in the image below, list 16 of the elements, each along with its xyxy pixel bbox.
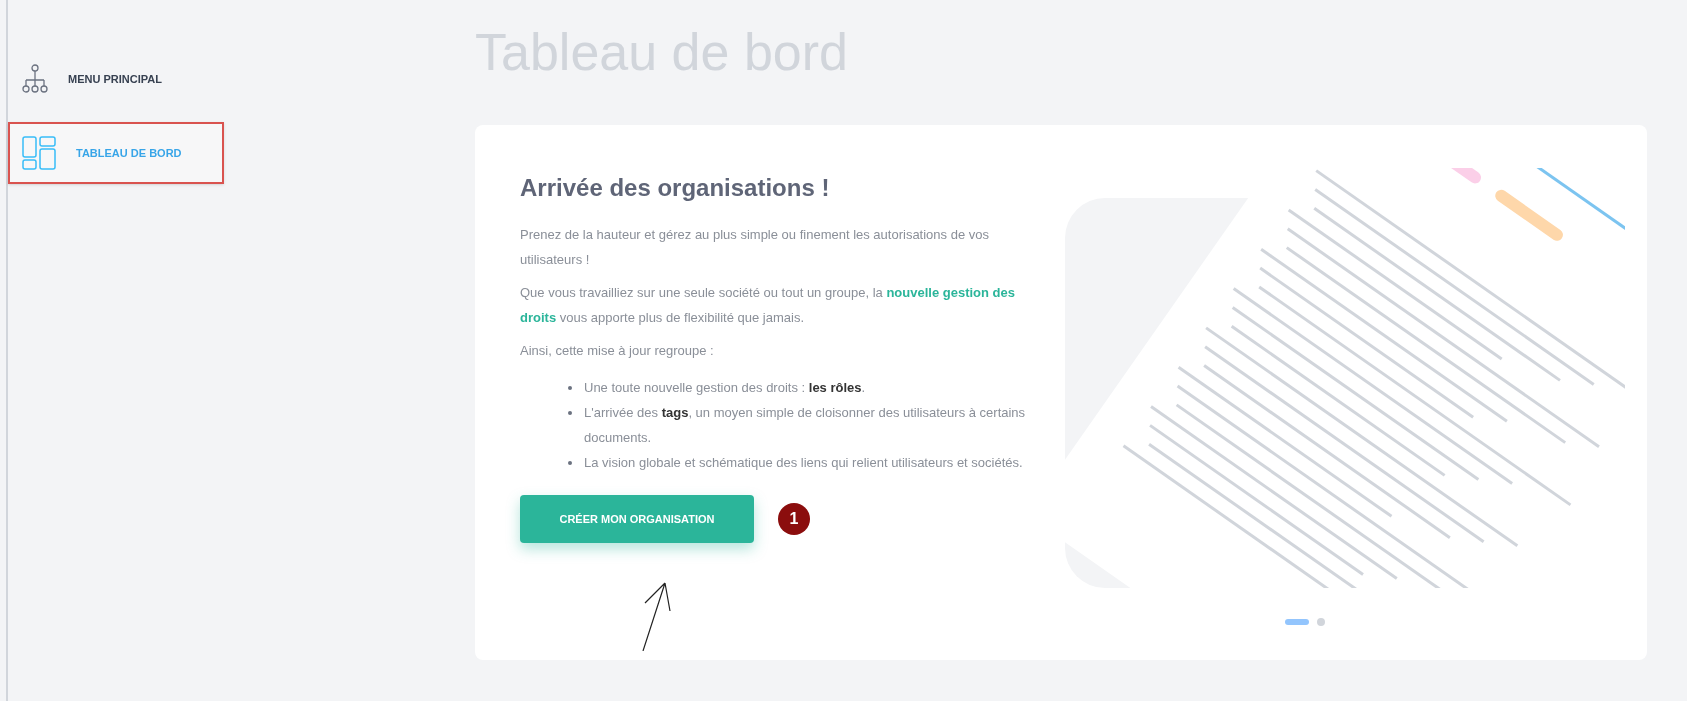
list-item: La vision globale et schématique des liens qui relient utilisateurs et sociétés.	[584, 454, 1023, 472]
dashboard-icon	[22, 136, 56, 170]
card-heading: Arrivée des organisations !	[520, 173, 831, 203]
list-item: L'arrivée des tags, un moyen simple de cloisonner des utilisateurs à certains documents.	[584, 404, 1027, 447]
bullet-icon	[568, 411, 572, 415]
bullet-icon	[568, 386, 572, 390]
paragraph: Que vous travailliez sur une seule société ou tout un groupe, la nouvelle gestion des droits vous apporte plus de flexibilité que jamais.	[520, 284, 1016, 327]
list-item: Une toute nouvelle gestion des droits : les rôles.	[584, 379, 866, 397]
hierarchy-icon	[22, 64, 48, 94]
sidebar-item[interactable]: MENU PRINCIPAL	[8, 48, 224, 110]
sidebar-item[interactable]: TABLEAU DE BORD	[8, 122, 224, 184]
bullet-icon	[568, 461, 572, 465]
paragraph: Prenez de la hauteur et gérez au plus simple ou finement les autorisations de vos utilisateurs !	[520, 226, 990, 269]
paragraph: Ainsi, cette mise à jour regroupe :	[520, 342, 715, 360]
step-badge: 1	[778, 503, 810, 535]
create-organization-button[interactable]: CRÉER MON ORGANISATION	[520, 495, 754, 543]
